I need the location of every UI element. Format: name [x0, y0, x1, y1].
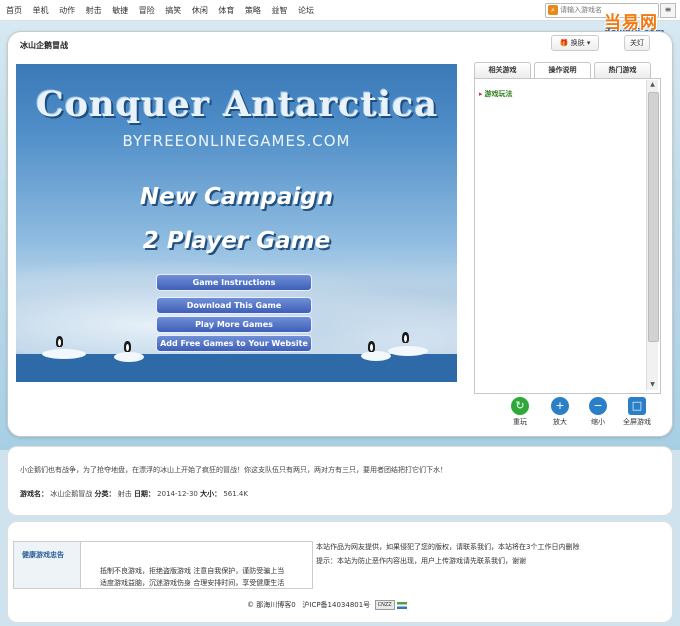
- search-icon[interactable]: ⌕: [548, 5, 558, 15]
- nav-link-action[interactable]: 动作: [59, 6, 75, 15]
- ice-floe: [361, 351, 391, 361]
- flag-icon: [396, 601, 407, 609]
- ice-floe: [114, 352, 144, 362]
- skin-label: 换肤: [570, 39, 585, 47]
- penguin-sprite: [56, 336, 63, 347]
- category-label: 分类：: [94, 490, 116, 498]
- size-label: 大小：: [200, 490, 222, 498]
- nav-link-agility[interactable]: 敏捷: [112, 6, 128, 15]
- name-label: 游戏名：: [20, 490, 48, 498]
- cnzz-badge[interactable]: CNZZ: [374, 600, 395, 610]
- nav-link-home[interactable]: 首页: [6, 6, 22, 15]
- nav-link-standalone[interactable]: 单机: [33, 6, 49, 15]
- footer-copyright: © 那海川博客0 沪ICP备14034801号 CNZZ: [247, 600, 407, 610]
- sea-strip: [16, 354, 457, 382]
- new-campaign-option[interactable]: New Campaign: [16, 184, 457, 210]
- size-value: 561.4K: [223, 490, 248, 498]
- health-advice-box: 健康游戏忠告 抵制不良游戏，拒绝盗版游戏 注意自我保护，谨防受骗上当 适度游戏益…: [13, 541, 313, 589]
- replay-button[interactable]: ↻ 重玩: [500, 397, 540, 427]
- replay-label: 重玩: [513, 418, 527, 426]
- nav-link-shooting[interactable]: 射击: [86, 6, 102, 15]
- scroll-thumb[interactable]: [648, 92, 659, 342]
- icp-link[interactable]: 沪ICP备14034801号: [302, 601, 370, 609]
- game-instructions-button[interactable]: Game Instructions: [156, 274, 312, 291]
- copyright-text: © 那海川博客0: [247, 601, 296, 609]
- nav-links: 首页 单机 动作 射击 敏捷 冒险 搞笑 休闲 体育 策略 益智 论坛: [6, 5, 322, 16]
- refresh-icon: ↻: [511, 397, 529, 415]
- page-title: 冰山企鹅冒战: [20, 41, 68, 50]
- health-advice-title: 健康游戏忠告: [22, 551, 64, 559]
- name-value: 冰山企鹅冒战: [50, 490, 93, 498]
- game-description: 小企鹅们也有战争，为了抢夺地盘，在漂浮的冰山上开始了疯狂的冒战！你这支队伍只有两…: [20, 466, 447, 474]
- play-more-games-button[interactable]: Play More Games: [156, 316, 312, 333]
- category-value[interactable]: 射击: [118, 490, 132, 498]
- side-tabs: 相关游戏 操作说明 热门游戏: [474, 62, 654, 79]
- tab-hot-games[interactable]: 热门游戏: [594, 62, 651, 78]
- nav-link-forum[interactable]: 论坛: [298, 6, 314, 15]
- zoom-out-button[interactable]: − 缩小: [578, 397, 618, 427]
- zoom-in-button[interactable]: + 放大: [540, 397, 580, 427]
- nav-link-funny[interactable]: 搞笑: [165, 6, 181, 15]
- game-info-panel: 小企鹅们也有战争，为了抢夺地盘，在漂浮的冰山上开始了疯狂的冒战！你这支队伍只有两…: [7, 446, 673, 516]
- penguin-sprite: [402, 332, 409, 343]
- zoom-in-icon: +: [551, 397, 569, 415]
- zoom-out-label: 缩小: [591, 418, 605, 426]
- zoom-in-label: 放大: [553, 418, 567, 426]
- zoom-out-icon: −: [589, 397, 607, 415]
- scroll-up-icon[interactable]: ▲: [647, 80, 658, 90]
- tab-related-games[interactable]: 相关游戏: [474, 62, 531, 78]
- fullscreen-icon: □: [628, 397, 646, 415]
- tab-instructions[interactable]: 操作说明: [534, 62, 591, 79]
- tab-content: 游戏玩法: [474, 78, 661, 394]
- health-advice-line-2: 适度游戏益脑，沉迷游戏伤身 合理安排时间，享受健康生活: [100, 579, 285, 587]
- notice-line-1: 本站作品为网友提供，如果侵犯了您的版权，请联系我们，本站将在3个工作日内删除: [316, 543, 580, 551]
- lights-label: 关灯: [630, 39, 644, 47]
- game-logo-title: Conquer Antarctica: [35, 84, 439, 125]
- notice-line-2: 提示：本站为防止恶作内容出现，用户上传游戏请先联系我们，谢谢: [316, 557, 526, 565]
- ice-floe: [388, 346, 428, 356]
- nav-link-puzzle[interactable]: 益智: [271, 6, 287, 15]
- game-canvas[interactable]: Conquer Antarctica BYFREEONLINEGAMES.COM…: [16, 64, 457, 382]
- fullscreen-button[interactable]: □ 全屏游戏: [617, 397, 657, 427]
- nav-link-sports[interactable]: 体育: [218, 6, 234, 15]
- health-advice-header: 健康游戏忠告: [14, 542, 81, 588]
- health-advice-line-1: 抵制不良游戏，拒绝盗版游戏 注意自我保护，谨防受骗上当: [100, 567, 285, 575]
- scroll-down-icon[interactable]: ▼: [647, 380, 658, 390]
- skin-button[interactable]: 🎁 换肤 ▾: [551, 35, 599, 51]
- ice-floe: [42, 349, 86, 359]
- nav-link-casual[interactable]: 休闲: [192, 6, 208, 15]
- download-game-button[interactable]: Download This Game: [156, 297, 312, 314]
- nav-link-strategy[interactable]: 策略: [245, 6, 261, 15]
- scrollbar[interactable]: ▲ ▼: [646, 80, 659, 390]
- penguin-sprite: [368, 341, 375, 352]
- nav-link-adventure[interactable]: 冒险: [139, 6, 155, 15]
- add-free-games-button[interactable]: Add Free Games to Your Website: [156, 335, 312, 352]
- game-meta: 游戏名： 冰山企鹅冒战 分类： 射击 日期： 2014-12-30 大小： 56…: [20, 489, 248, 499]
- date-label: 日期：: [133, 490, 155, 498]
- fullscreen-label: 全屏游戏: [623, 418, 651, 426]
- copyright-notice: 本站作品为网友提供，如果侵犯了您的版权，请联系我们，本站将在3个工作日内删除 提…: [316, 540, 579, 568]
- lights-button[interactable]: 关灯: [624, 35, 650, 51]
- top-navigation: 首页 单机 动作 射击 敏捷 冒险 搞笑 休闲 体育 策略 益智 论坛 ⌕ ≡: [0, 0, 680, 21]
- date-value: 2014-12-30: [157, 490, 198, 498]
- penguin-sprite: [124, 341, 131, 352]
- how-to-play-link[interactable]: 游戏玩法: [479, 89, 513, 99]
- health-advice-text: 抵制不良游戏，拒绝盗版游戏 注意自我保护，谨防受骗上当 适度游戏益脑，沉迷游戏伤…: [100, 565, 284, 589]
- game-logo-subtitle: BYFREEONLINEGAMES.COM: [122, 132, 351, 150]
- two-player-option[interactable]: 2 Player Game: [16, 228, 457, 254]
